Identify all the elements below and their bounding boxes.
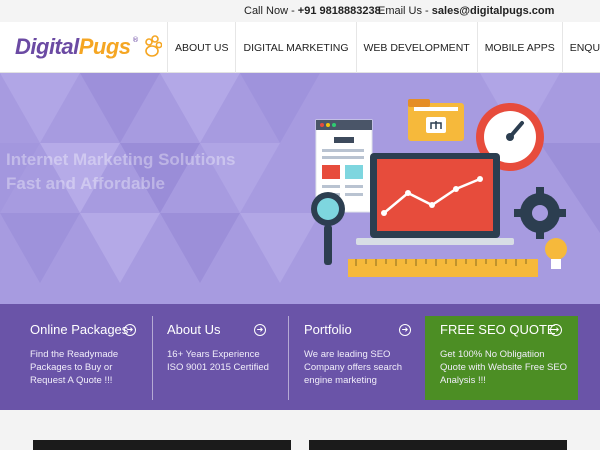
feature-title-online-packages[interactable]: Online Packages (30, 322, 128, 337)
nav-mobile-apps[interactable]: Mobile Apps (476, 22, 562, 73)
content-section-top (0, 410, 600, 450)
feature-title-about-us[interactable]: About Us (167, 322, 220, 337)
feature-desc-line: We are leading SEO (304, 349, 391, 360)
feature-desc-line: Find the Readymade (30, 349, 119, 360)
hero-headline-line1: Internet Marketing Solutions (6, 150, 236, 169)
magnifying-glass-icon (311, 192, 345, 265)
nav-web-development[interactable]: Web Development (355, 22, 477, 73)
gear-icon (514, 187, 566, 239)
feature-online-packages[interactable]: Online Packages ➜ Find the Readymade Pac… (30, 304, 150, 410)
content-card (33, 440, 291, 450)
email-us-text: Email Us - sales@digitalpugs.com (378, 5, 554, 17)
nav-enquiry[interactable]: Enquiry (561, 22, 600, 73)
hero-banner: Internet Marketing Solutions Fast and Af… (0, 73, 600, 304)
main-nav: About Us Digital Marketing Web Developme… (167, 22, 600, 73)
folder-icon (408, 99, 464, 141)
feature-desc-line: Analysis !!! (440, 375, 486, 386)
nav-digital-marketing[interactable]: Digital Marketing (235, 22, 355, 73)
ruler-icon (348, 259, 538, 277)
logo-text-digital: Digital (15, 34, 79, 59)
feature-desc-about-us: 16+ Years Experience ISO 9001 2015 Certi… (167, 348, 269, 374)
feature-desc-portfolio: We are leading SEO Company offers search… (304, 348, 402, 387)
feature-about-us[interactable]: About Us ➜ 16+ Years Experience ISO 9001… (167, 304, 277, 410)
circle-arrow-right-icon[interactable]: ➜ (399, 324, 411, 336)
feature-portfolio[interactable]: Portfolio ➜ We are leading SEO Company o… (304, 304, 414, 410)
lightbulb-icon (545, 238, 567, 269)
feature-divider (152, 316, 153, 400)
feature-desc-free-seo-quote: Get 100% No Obligatiion Quote with Websi… (440, 348, 567, 387)
registered-mark: ® (132, 36, 139, 44)
feature-desc-line: Request A Quote !!! (30, 375, 113, 386)
marketing-illustration (311, 99, 567, 277)
feature-desc-line: Packages to Buy or (30, 362, 113, 373)
feature-title-portfolio[interactable]: Portfolio (304, 322, 352, 337)
circle-arrow-right-icon[interactable]: ➜ (254, 324, 266, 336)
call-now-label: Call Now - (244, 5, 298, 17)
feature-title-free-seo-quote[interactable]: FREE SEO QUOTE (440, 322, 556, 337)
logo-text-pugs: Pugs (78, 34, 131, 59)
paw-print-icon: ® (132, 35, 162, 57)
feature-desc-line: ISO 9001 2015 Certified (167, 362, 269, 373)
feature-free-seo-quote[interactable]: FREE SEO QUOTE ➜ Get 100% No Obligatiion… (440, 304, 570, 410)
call-now-text: Call Now - +91 9818883238 (244, 5, 381, 17)
laptop-chart-icon (356, 153, 514, 245)
feature-desc-line: Quote with Website Free SEO (440, 362, 568, 373)
circle-arrow-right-icon[interactable]: ➜ (124, 324, 136, 336)
nav-about-us[interactable]: About Us (167, 22, 235, 73)
email-us-address[interactable]: sales@digitalpugs.com (432, 5, 555, 17)
call-now-number[interactable]: +91 9818883238 (298, 5, 381, 17)
content-card (309, 440, 567, 450)
feature-desc-online-packages: Find the Readymade Packages to Buy or Re… (30, 348, 118, 387)
hero-headline: Internet Marketing Solutions Fast and Af… (6, 148, 236, 196)
circle-arrow-right-icon[interactable]: ➜ (550, 324, 562, 336)
feature-desc-line: Company offers search (304, 362, 403, 373)
email-us-label: Email Us - (378, 5, 432, 17)
feature-desc-line: engine marketing (304, 375, 377, 386)
hero-headline-line2: Fast and Affordable (6, 174, 165, 193)
site-header: Digital Pugs ® About Us Digital Marketing… (0, 22, 600, 73)
brand-logo[interactable]: Digital Pugs ® (15, 30, 162, 64)
top-contact-bar: Call Now - +91 9818883238 Email Us - sal… (0, 0, 600, 22)
feature-divider (288, 316, 289, 400)
feature-band: Online Packages ➜ Find the Readymade Pac… (0, 304, 600, 410)
feature-desc-line: Get 100% No Obligatiion (440, 349, 545, 360)
feature-desc-line: 16+ Years Experience (167, 349, 260, 360)
